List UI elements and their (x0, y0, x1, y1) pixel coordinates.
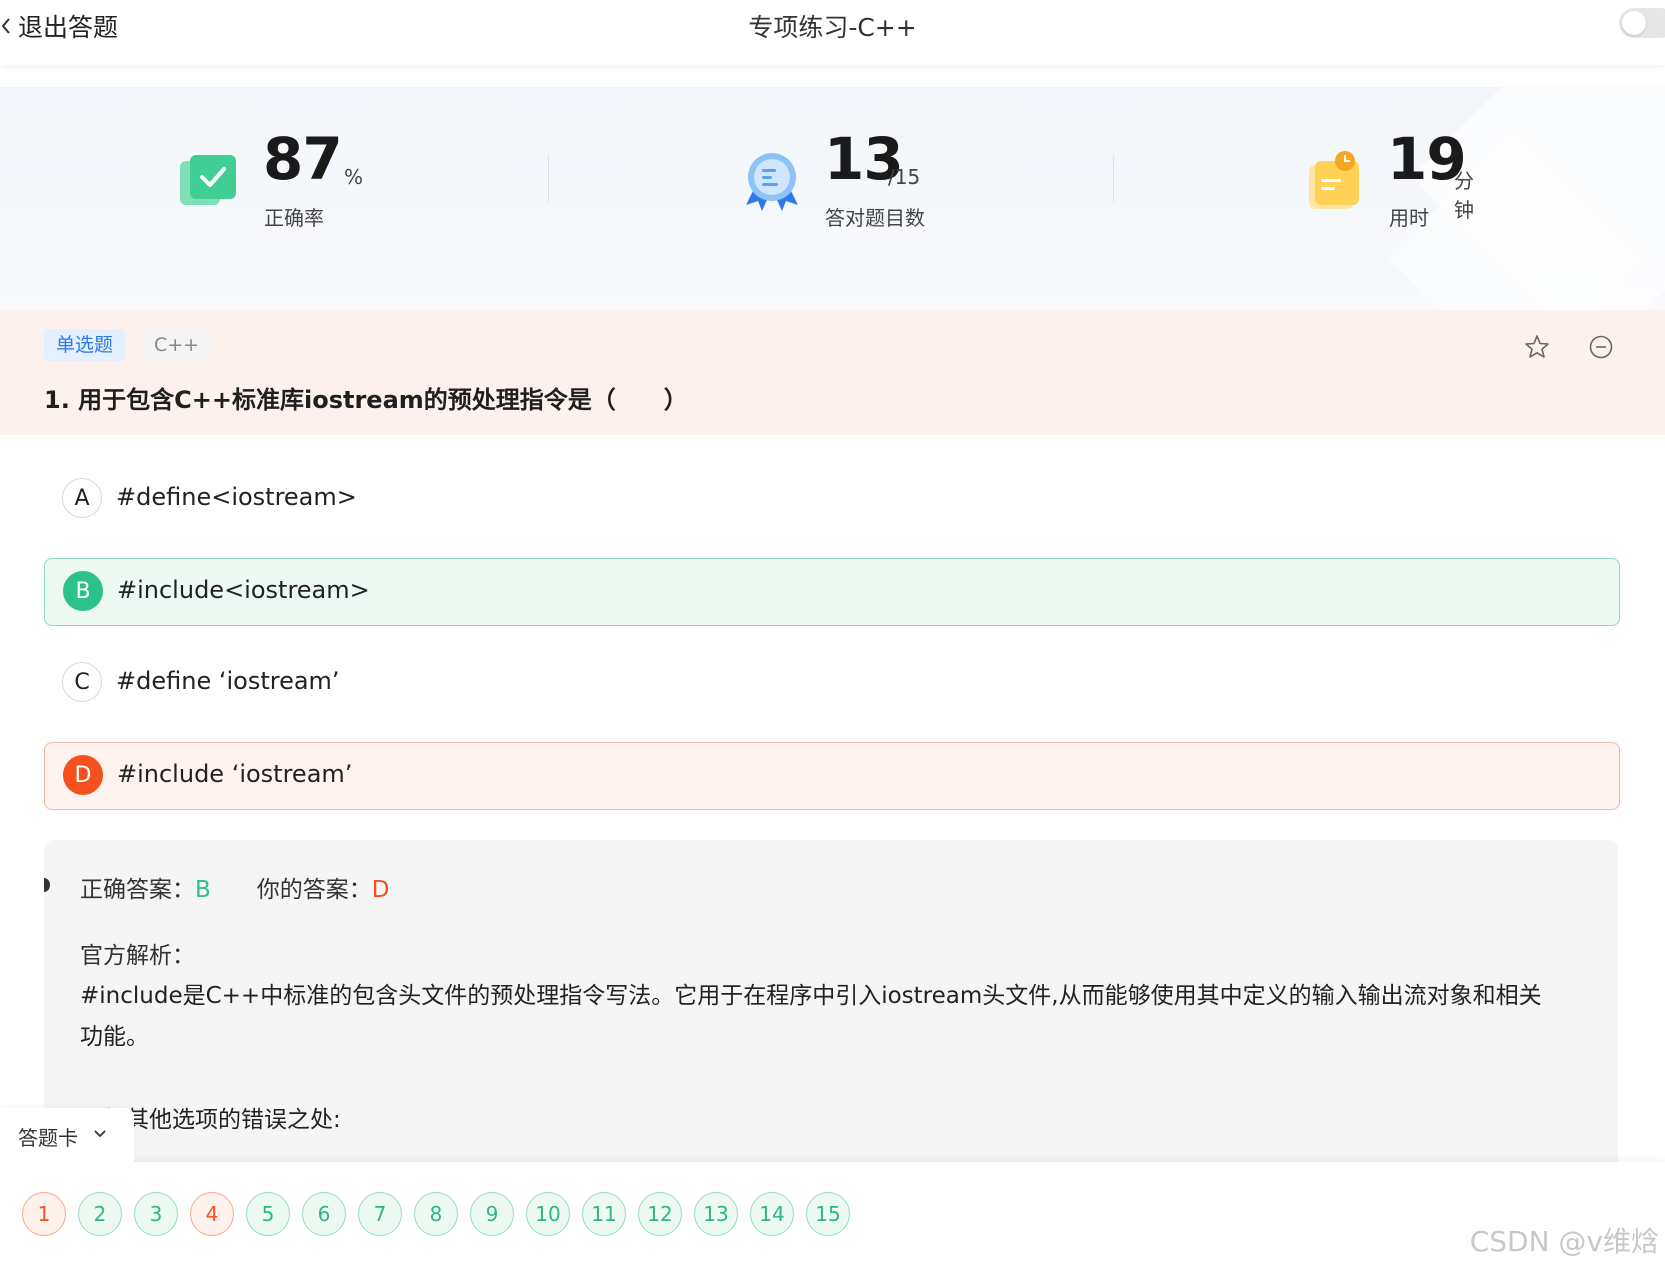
question-number-button[interactable]: 4 (190, 1192, 234, 1236)
option-d[interactable]: D #include ‘iostream’ (44, 742, 1620, 810)
my-answer-label: 你的答案： (256, 877, 372, 903)
answer-card-label: 答题卡 (18, 1126, 78, 1150)
top-bar: 退出答题 专项练习-C++ (0, 0, 1665, 65)
option-text: #define<iostream> (116, 483, 357, 511)
question-number-button[interactable]: 12 (638, 1192, 682, 1236)
page-title: 专项练习-C++ (748, 13, 917, 42)
question-number-button[interactable]: 6 (302, 1192, 346, 1236)
option-text: #define ‘iostream’ (116, 667, 340, 695)
accuracy-unit: % (344, 165, 364, 189)
question-number-button[interactable]: 7 (358, 1192, 402, 1236)
answer-analysis: 正确答案：B 你的答案：D 官方解析： #include是C++中标准的包含头文… (44, 840, 1618, 1180)
question-number-button[interactable]: 3 (134, 1192, 178, 1236)
question-number-button[interactable]: 14 (750, 1192, 794, 1236)
explanation-text: #include是C++中标准的包含头文件的预处理指令写法。它用于在程序中引入i… (80, 983, 1542, 1050)
result-stats: 87 % 正确率 13 /15 答对题目数 19 分钟 用时 (0, 87, 1665, 310)
correct-count-unit: /15 (888, 165, 921, 189)
question-number-button[interactable]: 10 (526, 1192, 570, 1236)
check-doc-icon (180, 155, 236, 205)
option-c[interactable]: C #define ‘iostream’ (44, 650, 1618, 716)
option-text: #include<iostream> (117, 576, 370, 604)
option-letter: A (62, 478, 102, 518)
watermark: CSDN @v维焓 (1469, 1225, 1659, 1258)
explanation-title: 官方解析： (80, 943, 195, 969)
question-number-button[interactable]: 15 (806, 1192, 850, 1236)
accuracy-label: 正确率 (264, 206, 324, 230)
correct-count-label: 答对题目数 (825, 206, 925, 230)
question-header: 单选题 C++ 1. 用于包含C++标准库iostream的预处理指令是（ ） (0, 310, 1665, 435)
answer-summary: 正确答案：B 你的答案：D (80, 870, 390, 904)
mode-toggle[interactable] (1619, 8, 1665, 38)
minus-circle-icon[interactable] (1588, 334, 1614, 360)
question-number-button[interactable]: 8 (414, 1192, 458, 1236)
time-unit: 分钟 (1454, 169, 1474, 222)
my-answer-value: D (371, 877, 390, 903)
divider (1113, 155, 1114, 203)
option-b[interactable]: B #include<iostream> (44, 558, 1620, 626)
question-number-button[interactable]: 2 (78, 1192, 122, 1236)
question-number-button[interactable]: 9 (470, 1192, 514, 1236)
bullet-marker (44, 878, 50, 892)
medal-icon (746, 153, 798, 211)
question-text: 1. 用于包含C++标准库iostream的预处理指令是（ ） (44, 386, 688, 414)
option-letter: C (62, 662, 102, 702)
question-type-tag: 单选题 (44, 329, 126, 361)
option-letter: B (63, 571, 103, 611)
question-number-button[interactable]: 13 (694, 1192, 738, 1236)
answer-card: 1 2 3 4 5 6 7 8 9 10 11 12 13 14 15 CSDN @v维焓 (0, 1162, 1665, 1270)
question-number-button[interactable]: 1 (22, 1192, 66, 1236)
chevron-down-icon (94, 1130, 106, 1138)
clock-note-icon (1309, 151, 1359, 209)
accuracy-value: 87 (263, 125, 343, 193)
option-text: #include ‘iostream’ (117, 760, 353, 788)
option-a[interactable]: A #define<iostream> (44, 466, 1618, 532)
time-label: 用时 (1389, 206, 1429, 230)
answer-card-toggle[interactable]: 答题卡 (0, 1108, 134, 1164)
question-number-list: 1 2 3 4 5 6 7 8 9 10 11 12 13 14 15 (22, 1192, 850, 1236)
correct-answer-label: 正确答案： (80, 877, 195, 903)
language-tag: C++ (142, 329, 212, 361)
star-icon[interactable] (1524, 334, 1550, 360)
divider (548, 155, 549, 203)
toggle-knob (1622, 11, 1646, 35)
correct-answer-value: B (195, 877, 211, 903)
question-number-button[interactable]: 5 (246, 1192, 290, 1236)
question-number-button[interactable]: 11 (582, 1192, 626, 1236)
option-letter: D (63, 755, 103, 795)
